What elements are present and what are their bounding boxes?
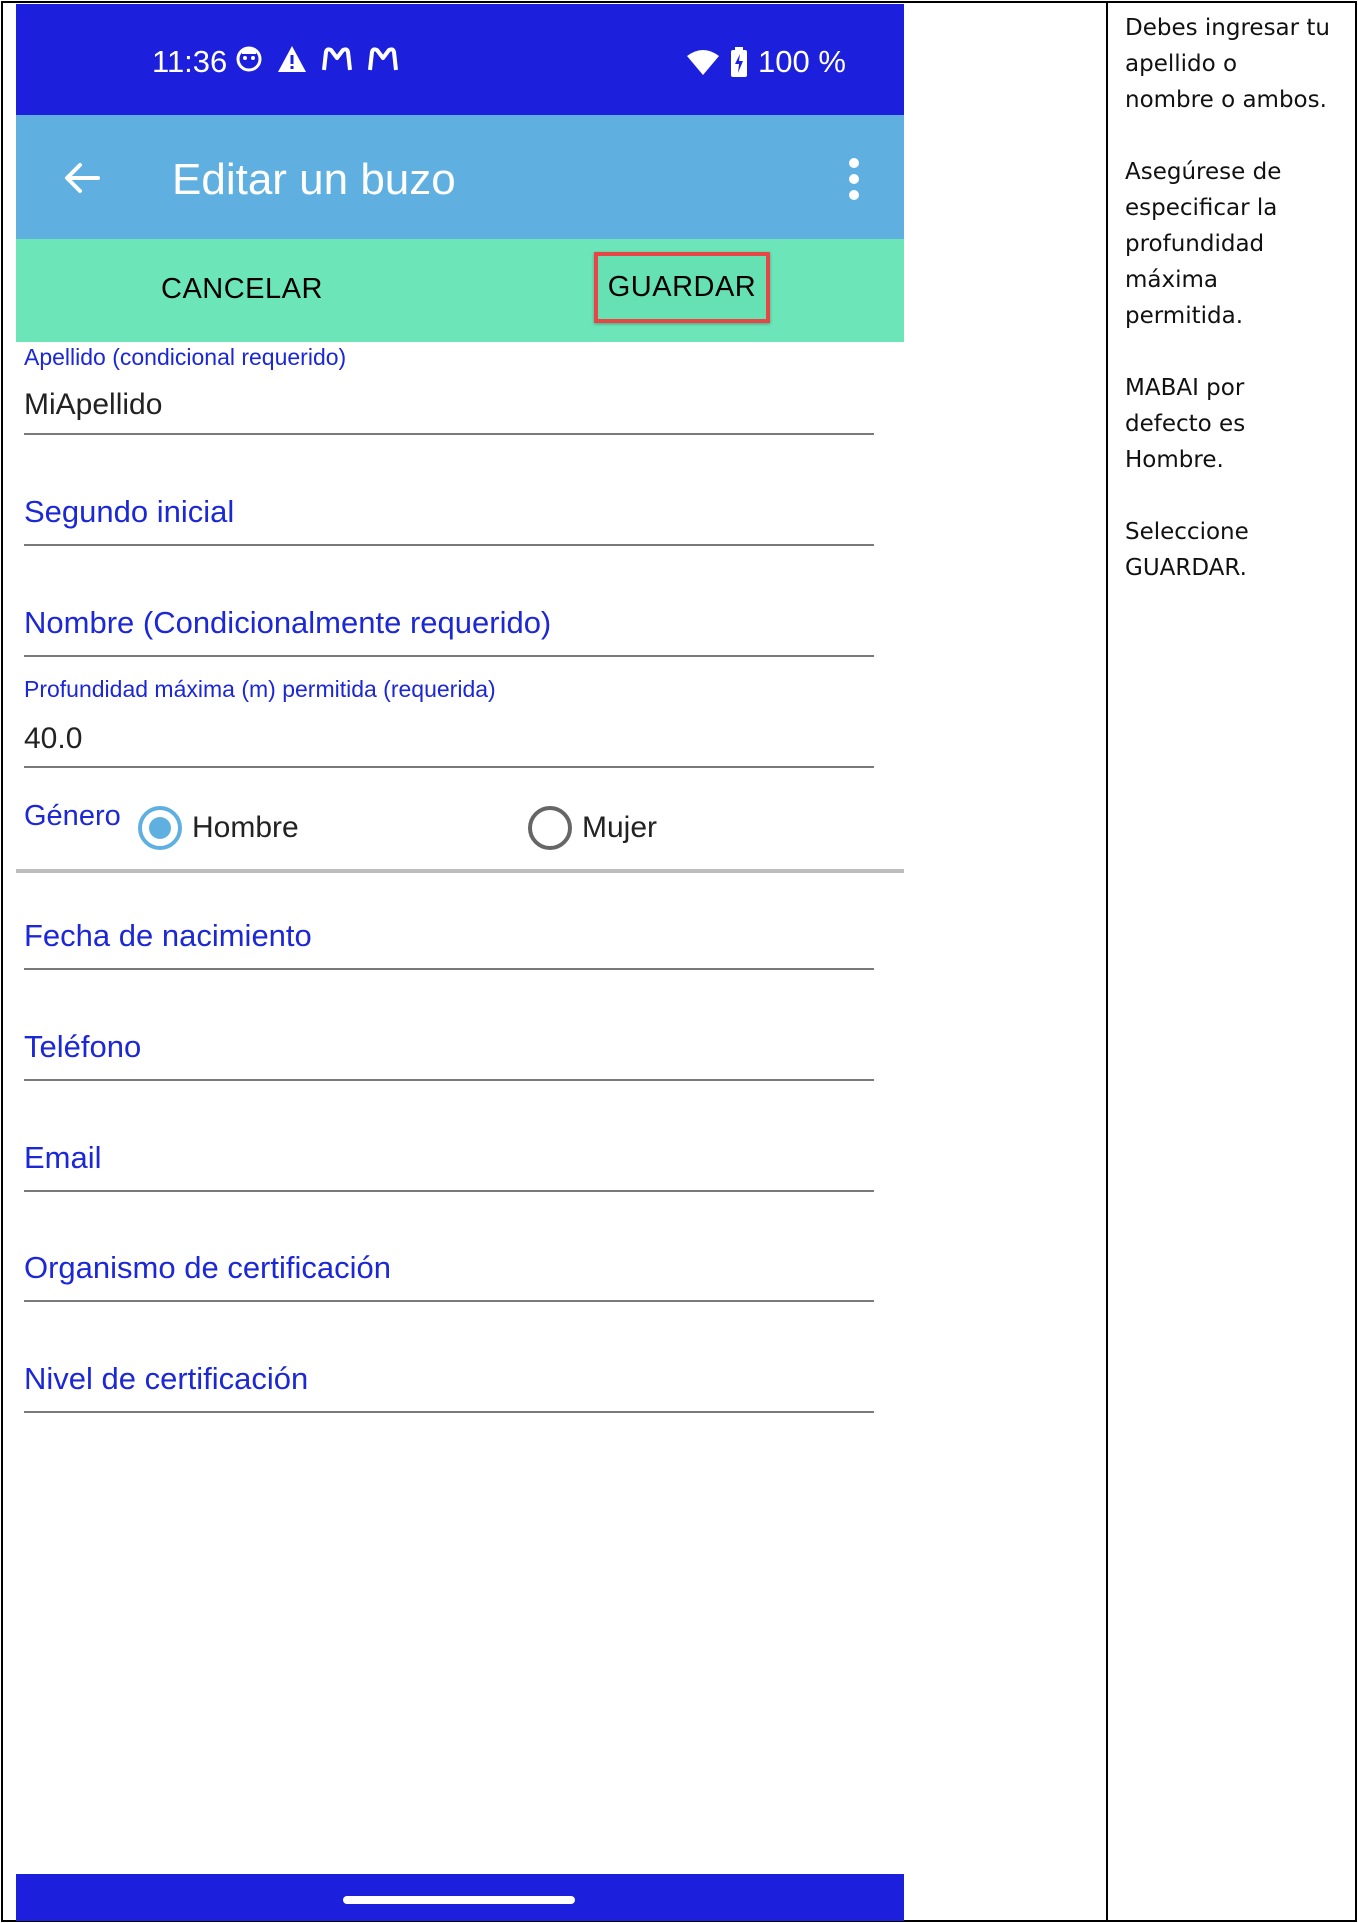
note-line: Debes ingresar tu [1125, 15, 1331, 41]
field-underline [24, 1079, 874, 1081]
radio-hombre-selected[interactable] [138, 806, 182, 850]
middle-initial-field[interactable]: Segundo inicial [24, 494, 874, 546]
system-icons: 100 % [686, 44, 846, 80]
max-depth-label: Profundidad máxima (m) permitida (requer… [24, 676, 496, 702]
gender-radio-group: Género Hombre Mujer [24, 794, 894, 864]
note-line: GUARDAR. [1125, 555, 1247, 581]
note-line: máxima [1125, 267, 1218, 293]
max-depth-field[interactable]: Profundidad máxima (m) permitida (requer… [24, 674, 874, 768]
note-line: Seleccione [1125, 519, 1249, 545]
save-button[interactable]: GUARDAR [594, 252, 770, 323]
cert-level-field[interactable]: Nivel de certificación [24, 1361, 874, 1413]
status-bar: 11:36 100 % [16, 4, 904, 115]
phone-hint: Teléfono [24, 1029, 142, 1064]
field-underline [24, 544, 874, 546]
cancel-button[interactable]: CANCELAR [161, 273, 323, 306]
field-underline [24, 1190, 874, 1192]
malwarebytes-icon [322, 47, 352, 71]
phone-screen: 11:36 100 % Editar un buzo CANCELAR GUAR… [16, 4, 904, 1921]
note-line: Asegúrese de [1125, 159, 1282, 185]
battery-percent: 100 % [758, 44, 846, 79]
action-bar: CANCELAR GUARDAR [16, 239, 904, 342]
note-line: especificar la [1125, 195, 1278, 221]
middle-initial-hint: Segundo inicial [24, 494, 235, 529]
field-underline [24, 433, 874, 435]
first-name-hint: Nombre (Condicionalmente requerido) [24, 605, 552, 640]
field-underline [24, 1300, 874, 1302]
home-handle[interactable] [343, 1896, 575, 1904]
note-line: profundidad [1125, 231, 1265, 257]
radio-mujer[interactable] [528, 806, 572, 850]
cert-agency-hint: Organismo de certificación [24, 1250, 391, 1285]
email-hint: Email [24, 1140, 102, 1175]
cert-level-hint: Nivel de certificación [24, 1361, 309, 1396]
overflow-menu-icon[interactable] [846, 157, 862, 201]
radio-hombre-label[interactable]: Hombre [192, 811, 299, 845]
note-line: MABAI por [1125, 375, 1245, 401]
battery-charging-icon [731, 47, 747, 77]
note-line: nombre o ambos. [1125, 87, 1327, 113]
birth-date-field[interactable]: Fecha de nacimiento [24, 918, 874, 970]
first-name-field[interactable]: Nombre (Condicionalmente requerido) [24, 605, 874, 657]
navigation-bar [16, 1874, 904, 1921]
notification-icons [234, 44, 400, 74]
radio-mujer-label[interactable]: Mujer [582, 811, 657, 845]
last-name-label: Apellido (condicional requerido) [24, 344, 347, 370]
section-divider [16, 869, 904, 873]
field-underline [24, 766, 874, 768]
cert-agency-field[interactable]: Organismo de certificación [24, 1250, 874, 1302]
phone-field[interactable]: Teléfono [24, 1029, 874, 1081]
face-icon [236, 46, 262, 72]
note-line: defecto es [1125, 411, 1246, 437]
email-field[interactable]: Email [24, 1140, 874, 1192]
malwarebytes-icon [368, 47, 398, 71]
warning-icon [278, 46, 306, 72]
birth-date-hint: Fecha de nacimiento [24, 918, 312, 953]
gender-label: Género [24, 800, 121, 832]
last-name-value[interactable]: MiApellido [24, 388, 162, 422]
last-name-field[interactable]: Apellido (condicional requerido) MiApell… [24, 342, 874, 435]
note-line: apellido o [1125, 51, 1238, 77]
note-line: permitida. [1125, 303, 1244, 329]
max-depth-value[interactable]: 40.0 [24, 722, 82, 756]
field-underline [24, 655, 874, 657]
field-underline [24, 968, 874, 970]
instruction-notes: Debes ingresar tu apellido o nombre o am… [1125, 10, 1353, 586]
app-bar: Editar un buzo [16, 115, 904, 239]
page-title: Editar un buzo [172, 155, 456, 204]
wifi-icon [687, 50, 719, 75]
note-line: Hombre. [1125, 447, 1224, 473]
back-arrow-icon[interactable] [58, 153, 108, 203]
status-time: 11:36 [152, 44, 228, 79]
field-underline [24, 1411, 874, 1413]
